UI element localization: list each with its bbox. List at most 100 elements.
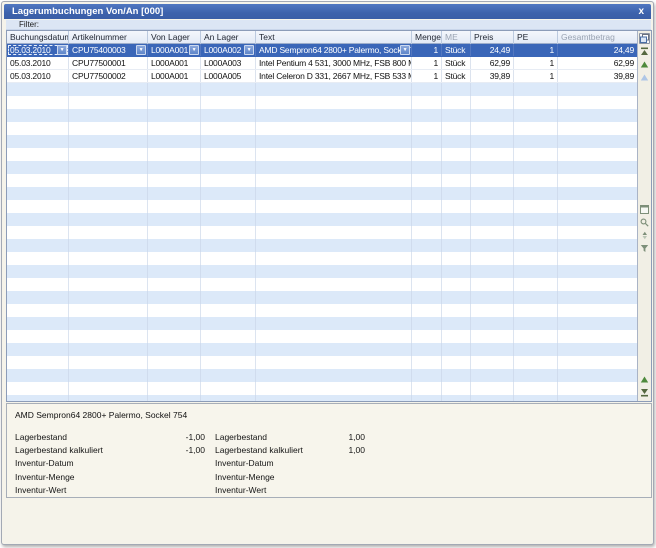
cell-artikelnummer: CPU77500002	[69, 70, 148, 82]
detail-value: -1,00	[153, 444, 205, 457]
cell-text: CPU77500002	[72, 71, 126, 81]
column-separator	[255, 83, 256, 401]
cell-preis: 39,89	[471, 70, 514, 82]
cell-text: L000A005	[204, 71, 241, 81]
cell-artikelnummer: CPU75400003 ▼	[69, 44, 148, 56]
cell-menge: 1	[412, 44, 442, 56]
detail-title: AMD Sempron64 2800+ Palermo, Sockel 754	[15, 410, 187, 420]
cell-von_lager: L000A001	[148, 57, 201, 69]
column-header-preis[interactable]: Preis	[471, 31, 514, 44]
cell-an_lager: L000A005	[201, 70, 256, 82]
scroll-up-icon[interactable]	[639, 59, 650, 70]
dropdown-icon[interactable]: ▼	[244, 45, 254, 55]
window-titlebar[interactable]: Lagerumbuchungen Von/An [000] x	[4, 4, 651, 19]
column-separator	[557, 83, 558, 401]
cell-text: 1	[549, 58, 554, 68]
form-view-icon[interactable]	[639, 204, 650, 215]
cell-text: 24,49	[490, 45, 510, 55]
cell-text: 62,99	[614, 58, 634, 68]
cell-gesamtbetrag: 62,99	[558, 57, 638, 69]
grid-header-row: BuchungsdatumArtikelnummerVon LagerAn La…	[7, 31, 638, 44]
column-header-me[interactable]: ME	[442, 31, 471, 44]
dropdown-icon[interactable]: ▼	[136, 45, 146, 55]
detail-right-column: Lagerbestand1,00Lagerbestand kalkuliert1…	[215, 431, 365, 497]
cell-preis: 62,99	[471, 57, 514, 69]
cell-me: Stück	[442, 70, 471, 82]
cell-text: Intel Pentium 4 531, 3000 MHz, FSB 800 M…	[256, 57, 412, 69]
cell-text: L000A001	[151, 58, 188, 68]
cell-text: 62,99	[490, 58, 510, 68]
column-select-icon[interactable]	[639, 33, 650, 44]
detail-row-right: Lagerbestand kalkuliert1,00	[215, 444, 365, 457]
detail-row-left: Inventur-Menge	[15, 471, 205, 484]
app-window: Lagerumbuchungen Von/An [000] x Filter: …	[1, 1, 654, 545]
fast-up-icon[interactable]	[639, 374, 650, 385]
cell-text: Intel Pentium 4 531, 3000 MHz, FSB 800 M…	[259, 58, 412, 68]
sort-icon[interactable]	[639, 230, 650, 241]
cell-text: 1	[549, 45, 554, 55]
page-up-icon[interactable]	[639, 72, 650, 83]
cell-text: CPU75400003	[72, 45, 126, 55]
grid-body: 05.03.2010▼CPU75400003▼L000A001▼L000A002…	[7, 44, 638, 401]
cell-text: L000A002	[204, 45, 241, 55]
cell-menge: 1	[412, 57, 442, 69]
detail-value	[153, 484, 205, 497]
cell-text: 1	[433, 58, 438, 68]
cell-an_lager: L000A003	[201, 57, 256, 69]
cell-text: 24,49	[614, 45, 634, 55]
column-separator	[513, 83, 514, 401]
cell-me: Stück	[442, 57, 471, 69]
detail-value	[313, 457, 365, 470]
column-header-artikelnummer[interactable]: Artikelnummer	[69, 31, 148, 44]
dropdown-icon[interactable]: ▼	[189, 45, 199, 55]
scroll-to-top-icon[interactable]	[639, 46, 650, 57]
detail-row-right: Inventur-Datum	[215, 457, 365, 470]
detail-row-right: Lagerbestand1,00	[215, 431, 365, 444]
detail-label: Inventur-Menge	[15, 471, 153, 484]
cell-artikelnummer: CPU77500001	[69, 57, 148, 69]
detail-value	[153, 457, 205, 470]
cell-buchungsdatum: 05.03.2010	[7, 70, 69, 82]
column-separator	[147, 83, 148, 401]
cell-text: Intel Celeron D 331, 2667 MHz, FSB 533 M…	[259, 71, 412, 81]
table-row[interactable]: 05.03.2010CPU77500001L000A001L000A003Int…	[7, 57, 638, 70]
column-header-gesamtbetrag[interactable]: Gesamtbetrag	[558, 31, 638, 44]
cell-text: Stück	[445, 58, 465, 68]
cell-text: 05.03.2010	[10, 45, 51, 55]
detail-label: Inventur-Datum	[15, 457, 153, 470]
column-separator	[470, 83, 471, 401]
cell-text: AMD Sempron64 2800+ Palermo, Sockel 754▼	[256, 44, 412, 56]
detail-left-column: Lagerbestand-1,00Lagerbestand kalkuliert…	[15, 431, 205, 497]
column-header-von_lager[interactable]: Von Lager	[148, 31, 201, 44]
empty-rows-area	[7, 83, 638, 401]
cell-text: Intel Celeron D 331, 2667 MHz, FSB 533 M…	[256, 70, 412, 82]
detail-value	[153, 471, 205, 484]
table-row[interactable]: 05.03.2010▼CPU75400003▼L000A001▼L000A002…	[7, 44, 638, 57]
cell-text: L000A001	[151, 45, 188, 55]
column-header-menge[interactable]: Menge	[412, 31, 442, 44]
detail-label: Inventur-Wert	[215, 484, 313, 497]
column-separator	[441, 83, 442, 401]
detail-row-left: Inventur-Wert	[15, 484, 205, 497]
column-header-buchungsdatum[interactable]: Buchungsdatum	[7, 31, 69, 44]
detail-label: Lagerbestand	[15, 431, 153, 444]
detail-row-left: Inventur-Datum	[15, 457, 205, 470]
cell-text: Stück	[445, 71, 465, 81]
detail-label: Lagerbestand	[215, 431, 313, 444]
column-header-pe[interactable]: PE	[514, 31, 558, 44]
table-row[interactable]: 05.03.2010CPU77500002 L000A001 L000A005 Int…	[7, 70, 638, 83]
search-icon[interactable]	[639, 217, 650, 228]
cell-text: 39,89	[614, 71, 634, 81]
column-header-text[interactable]: Text	[256, 31, 412, 44]
cell-text: CPU77500001	[72, 58, 126, 68]
dropdown-icon[interactable]: ▼	[57, 45, 67, 55]
column-header-an_lager[interactable]: An Lager	[201, 31, 256, 44]
column-separator	[68, 83, 69, 401]
dropdown-icon[interactable]: ▼	[400, 45, 410, 55]
close-icon[interactable]: x	[638, 4, 644, 19]
cell-text: L000A001	[151, 71, 188, 81]
filter-icon[interactable]	[639, 243, 650, 254]
scroll-to-bottom-icon[interactable]	[639, 387, 650, 398]
cell-buchungsdatum: 05.03.2010 ▼	[7, 44, 69, 56]
filter-bar[interactable]: Filter:	[6, 20, 651, 30]
